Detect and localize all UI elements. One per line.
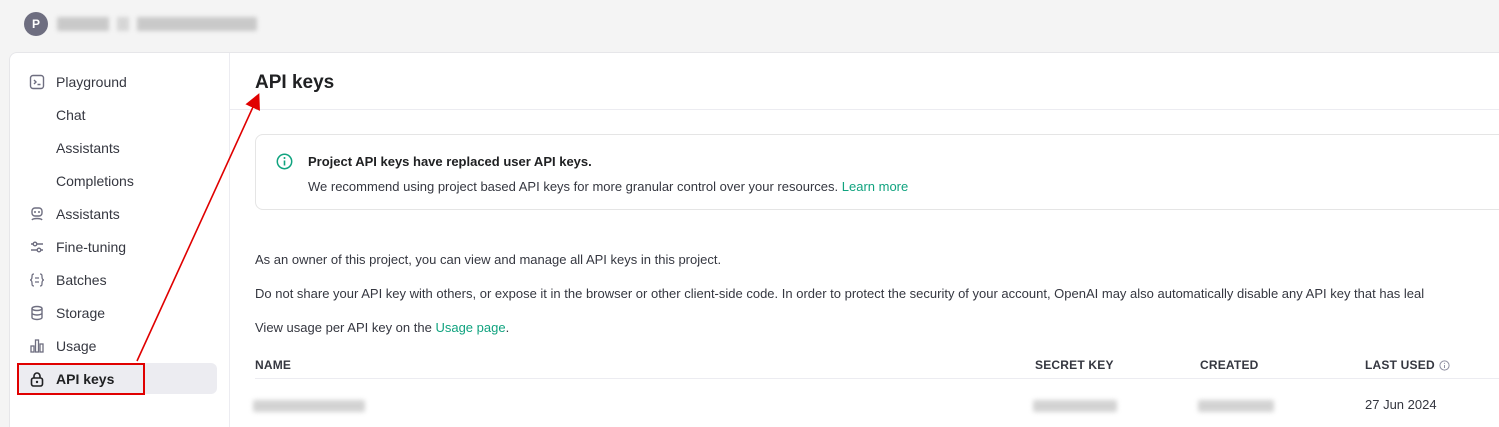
column-header-name: NAME [255,358,292,372]
column-header-created: CREATED [1200,358,1259,372]
owner-description: As an owner of this project, you can vie… [255,252,722,267]
table-header-divider [255,378,1499,379]
sidebar-item-label: Chat [56,106,86,123]
sliders-icon [28,238,46,256]
last-used-value: 27 Jun 2024 [1365,397,1437,412]
created-date-redacted [1198,400,1274,412]
usage-note-suffix: . [505,320,510,335]
sidebar-item-label: Batches [56,271,107,288]
avatar[interactable]: P [24,12,48,36]
info-circle-icon [276,153,293,175]
info-icon[interactable] [1439,359,1450,371]
sidebar-item-batches[interactable]: Batches [18,264,217,295]
main-content: API keys Project API keys have replaced … [230,53,1499,427]
braces-icon [28,271,46,289]
sidebar-item-label: Usage [56,337,97,354]
sidebar-item-label: Assistants [56,139,120,156]
sidebar-item-completions[interactable]: Completions [18,165,217,196]
sidebar-item-label: Storage [56,304,106,321]
sidebar-item-label: Fine-tuning [56,238,127,255]
sidebar-item-fine-tuning[interactable]: Fine-tuning [18,231,217,262]
usage-note: View usage per API key on the Usage page… [255,320,509,335]
usage-page-link[interactable]: Usage page [435,320,505,335]
sidebar-item-label: Playground [56,73,127,90]
database-icon [28,304,46,322]
sidebar-item-assistants[interactable]: Assistants [18,198,217,229]
sidebar-item-label: Completions [56,172,134,189]
terminal-icon [28,73,46,91]
top-bar: P [0,0,1499,48]
notice-body-text: We recommend using project based API key… [308,179,839,194]
robot-icon [28,205,46,223]
notice-title: Project API keys have replaced user API … [308,154,592,169]
sidebar-item-storage[interactable]: Storage [18,297,217,328]
secret-key-redacted [1033,400,1117,412]
column-header-last-used: LAST USED [1365,358,1450,372]
usage-note-prefix: View usage per API key on the [255,320,432,335]
sidebar-item-playground-assistants[interactable]: Assistants [18,132,217,163]
bar-chart-icon [28,337,46,355]
app-shell: Playground Chat Assistants Completions A… [9,52,1499,427]
column-header-last-used-label: LAST USED [1365,358,1435,372]
column-header-secret-key: SECRET KEY [1035,358,1114,372]
sidebar-item-playground[interactable]: Playground [18,66,217,97]
sidebar-item-usage[interactable]: Usage [18,330,217,361]
org-project-selector-redacted[interactable] [57,17,257,31]
sidebar-item-label: Assistants [56,205,120,222]
learn-more-link[interactable]: Learn more [842,179,908,194]
sidebar: Playground Chat Assistants Completions A… [10,53,230,427]
annotation-highlight-box [17,363,145,395]
sidebar-item-chat[interactable]: Chat [18,99,217,130]
notice-body: We recommend using project based API key… [308,179,908,194]
page-title: API keys [255,72,335,93]
divider [230,109,1499,110]
key-name-redacted [253,400,365,412]
security-warning: Do not share your API key with others, o… [255,286,1425,301]
info-notice: Project API keys have replaced user API … [255,134,1499,210]
